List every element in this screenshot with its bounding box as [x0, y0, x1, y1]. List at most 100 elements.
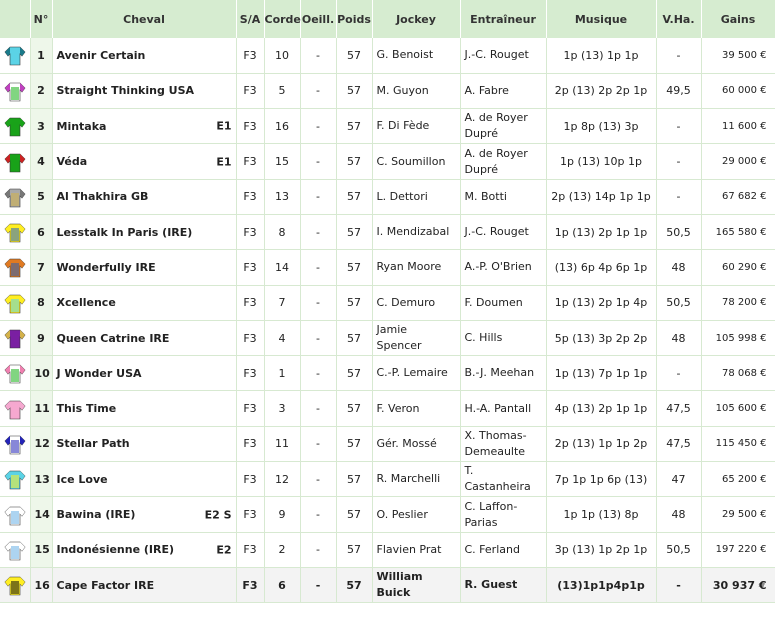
sex-age: F3: [236, 249, 265, 286]
table-row[interactable]: 6 Lesstalk In Paris (IRE) F3 8-57 I. Mendiza…: [0, 214, 775, 251]
weight: 57: [336, 461, 373, 498]
blinkers: -: [300, 73, 337, 110]
header-jockey[interactable]: Jockey: [372, 0, 461, 38]
draw: 7: [264, 285, 301, 321]
jockey-name[interactable]: G. Benoist: [372, 38, 461, 74]
jockey-name[interactable]: C.-P. Lemaire: [372, 355, 461, 392]
trainer-name[interactable]: A. de Royer Dupré: [460, 143, 547, 180]
horse-name[interactable]: Cape Factor IRE: [57, 579, 155, 592]
table-row[interactable]: 4 Véda E1 F3 15-57 C. Soumillon A. de Royer Du…: [0, 143, 775, 180]
horse-name[interactable]: Véda: [57, 155, 88, 168]
blinkers: -: [300, 214, 337, 251]
horse-name[interactable]: Bawina (IRE): [57, 508, 136, 521]
horse-name[interactable]: Wonderfully IRE: [57, 261, 156, 274]
blinkers: -: [300, 390, 337, 427]
earnings: 11 600 €: [701, 108, 775, 145]
jockey-name[interactable]: I. Mendizabal: [372, 214, 461, 251]
jockey-silk-icon: [0, 38, 31, 74]
table-row[interactable]: 7 Wonderfully IRE F3 14-57 Ryan Moore A.-P. O…: [0, 249, 775, 286]
earnings: 60 000 €: [701, 73, 775, 110]
draw: 13: [264, 179, 301, 215]
weight: 57: [336, 143, 373, 180]
table-row[interactable]: 12 Stellar Path F3 11-57 Gér. Mossé X. Thomas…: [0, 426, 775, 463]
sex-age: F3: [236, 426, 265, 463]
trainer-name[interactable]: C. Ferland: [460, 532, 547, 568]
table-row[interactable]: 2 Straight Thinking USA F3 5-57 M. Guyon A. F…: [0, 73, 775, 110]
jockey-name[interactable]: C. Demuro: [372, 285, 461, 321]
trainer-name[interactable]: B.-J. Meehan: [460, 355, 547, 392]
jockey-name[interactable]: O. Peslier: [372, 496, 461, 533]
table-row[interactable]: 9 Queen Catrine IRE F3 4-57 Jamie Spencer C. …: [0, 320, 775, 357]
table-row[interactable]: 8 Xcellence F3 7-57 C. Demuro F. Doumen 1p (13…: [0, 285, 775, 321]
trainer-name[interactable]: C. Laffon-Parias: [460, 496, 547, 533]
horse-name[interactable]: Al Thakhira GB: [57, 190, 149, 203]
header-corde[interactable]: Corde: [264, 0, 301, 38]
trainer-name[interactable]: C. Hills: [460, 320, 547, 357]
runner-number: 6: [30, 214, 53, 251]
jockey-silk-icon: [0, 567, 31, 604]
draw: 12: [264, 461, 301, 498]
horse-name[interactable]: Xcellence: [57, 296, 116, 309]
header-gains[interactable]: Gains: [701, 0, 775, 38]
handicap-value: -: [656, 38, 702, 74]
sex-age: F3: [236, 73, 265, 110]
jockey-name[interactable]: Gér. Mossé: [372, 426, 461, 463]
horse-name[interactable]: Stellar Path: [57, 437, 130, 450]
horse-name-cell: Straight Thinking USA: [52, 73, 237, 110]
trainer-name[interactable]: J.-C. Rouget: [460, 214, 547, 251]
trainer-name[interactable]: F. Doumen: [460, 285, 547, 321]
table-row[interactable]: 16 Cape Factor IRE F3 6-57 William Buick R. G…: [0, 567, 775, 604]
sex-age: F3: [236, 496, 265, 533]
table-row[interactable]: 15 Indonésienne (IRE) E2 F3 2-57 Flavien Prat…: [0, 532, 775, 568]
trainer-name[interactable]: A. de Royer Dupré: [460, 108, 547, 145]
earnings: 29 500 €: [701, 496, 775, 533]
jockey-name[interactable]: L. Dettori: [372, 179, 461, 215]
runner-number: 8: [30, 285, 53, 321]
header-music[interactable]: Musique: [546, 0, 657, 38]
trainer-name[interactable]: H.-A. Pantall: [460, 390, 547, 427]
jockey-name[interactable]: F. Veron: [372, 390, 461, 427]
jockey-name[interactable]: Jamie Spencer: [372, 320, 461, 357]
jockey-name[interactable]: M. Guyon: [372, 73, 461, 110]
table-row[interactable]: 10 J Wonder USA F3 1-57 C.-P. Lemaire B.-J. M…: [0, 355, 775, 392]
trainer-name[interactable]: A.-P. O'Brien: [460, 249, 547, 286]
horse-name[interactable]: J Wonder USA: [57, 367, 142, 380]
header-vha[interactable]: V.Ha.: [656, 0, 702, 38]
header-sa[interactable]: S/A: [236, 0, 265, 38]
header-trainer[interactable]: Entraîneur: [460, 0, 547, 38]
table-row[interactable]: 3 Mintaka E1 F3 16-57 F. Di Fède A. de Royer D…: [0, 108, 775, 145]
table-row[interactable]: 14 Bawina (IRE) E2 S F3 9-57 O. Peslier C. Laf…: [0, 496, 775, 533]
header-poids[interactable]: Poids: [336, 0, 373, 38]
weight: 57: [336, 532, 373, 568]
horse-name[interactable]: Lesstalk In Paris (IRE): [57, 226, 193, 239]
header-num[interactable]: N°: [30, 0, 53, 38]
horse-name[interactable]: Ice Love: [57, 473, 108, 486]
trainer-name[interactable]: J.-C. Rouget: [460, 38, 547, 74]
jockey-name[interactable]: Flavien Prat: [372, 532, 461, 568]
horse-name[interactable]: Queen Catrine IRE: [57, 332, 170, 345]
table-row[interactable]: 11 This Time F3 3-57 F. Veron H.-A. Pantall 4p…: [0, 390, 775, 427]
horse-name[interactable]: Mintaka: [57, 120, 107, 133]
trainer-name[interactable]: R. Guest: [460, 567, 547, 604]
table-row[interactable]: 13 Ice Love F3 12-57 R. Marchelli T. Castanhe…: [0, 461, 775, 498]
earnings: 165 580 €: [701, 214, 775, 251]
jockey-name[interactable]: Ryan Moore: [372, 249, 461, 286]
jockey-name[interactable]: R. Marchelli: [372, 461, 461, 498]
horse-name[interactable]: Straight Thinking USA: [57, 84, 195, 97]
table-row[interactable]: 1 Avenir Certain F3 10-57 G. Benoist J.-C. Ro…: [0, 38, 775, 74]
trainer-name[interactable]: M. Botti: [460, 179, 547, 215]
trainer-name[interactable]: T. Castanheira: [460, 461, 547, 498]
horse-name[interactable]: Indonésienne (IRE): [57, 543, 175, 556]
header-cheval[interactable]: Cheval: [52, 0, 237, 38]
sex-age: F3: [236, 214, 265, 251]
horse-name-cell: Bawina (IRE) E2 S: [52, 496, 237, 533]
horse-name[interactable]: Avenir Certain: [57, 49, 146, 62]
table-row[interactable]: 5 Al Thakhira GB F3 13-57 L. Dettori M. Botti…: [0, 179, 775, 215]
jockey-name[interactable]: F. Di Fède: [372, 108, 461, 145]
jockey-name[interactable]: William Buick: [372, 567, 461, 604]
header-oeil[interactable]: Oeill.: [300, 0, 337, 38]
trainer-name[interactable]: A. Fabre: [460, 73, 547, 110]
horse-name[interactable]: This Time: [57, 402, 117, 415]
jockey-name[interactable]: C. Soumillon: [372, 143, 461, 180]
trainer-name[interactable]: X. Thomas-Demeaulte: [460, 426, 547, 463]
